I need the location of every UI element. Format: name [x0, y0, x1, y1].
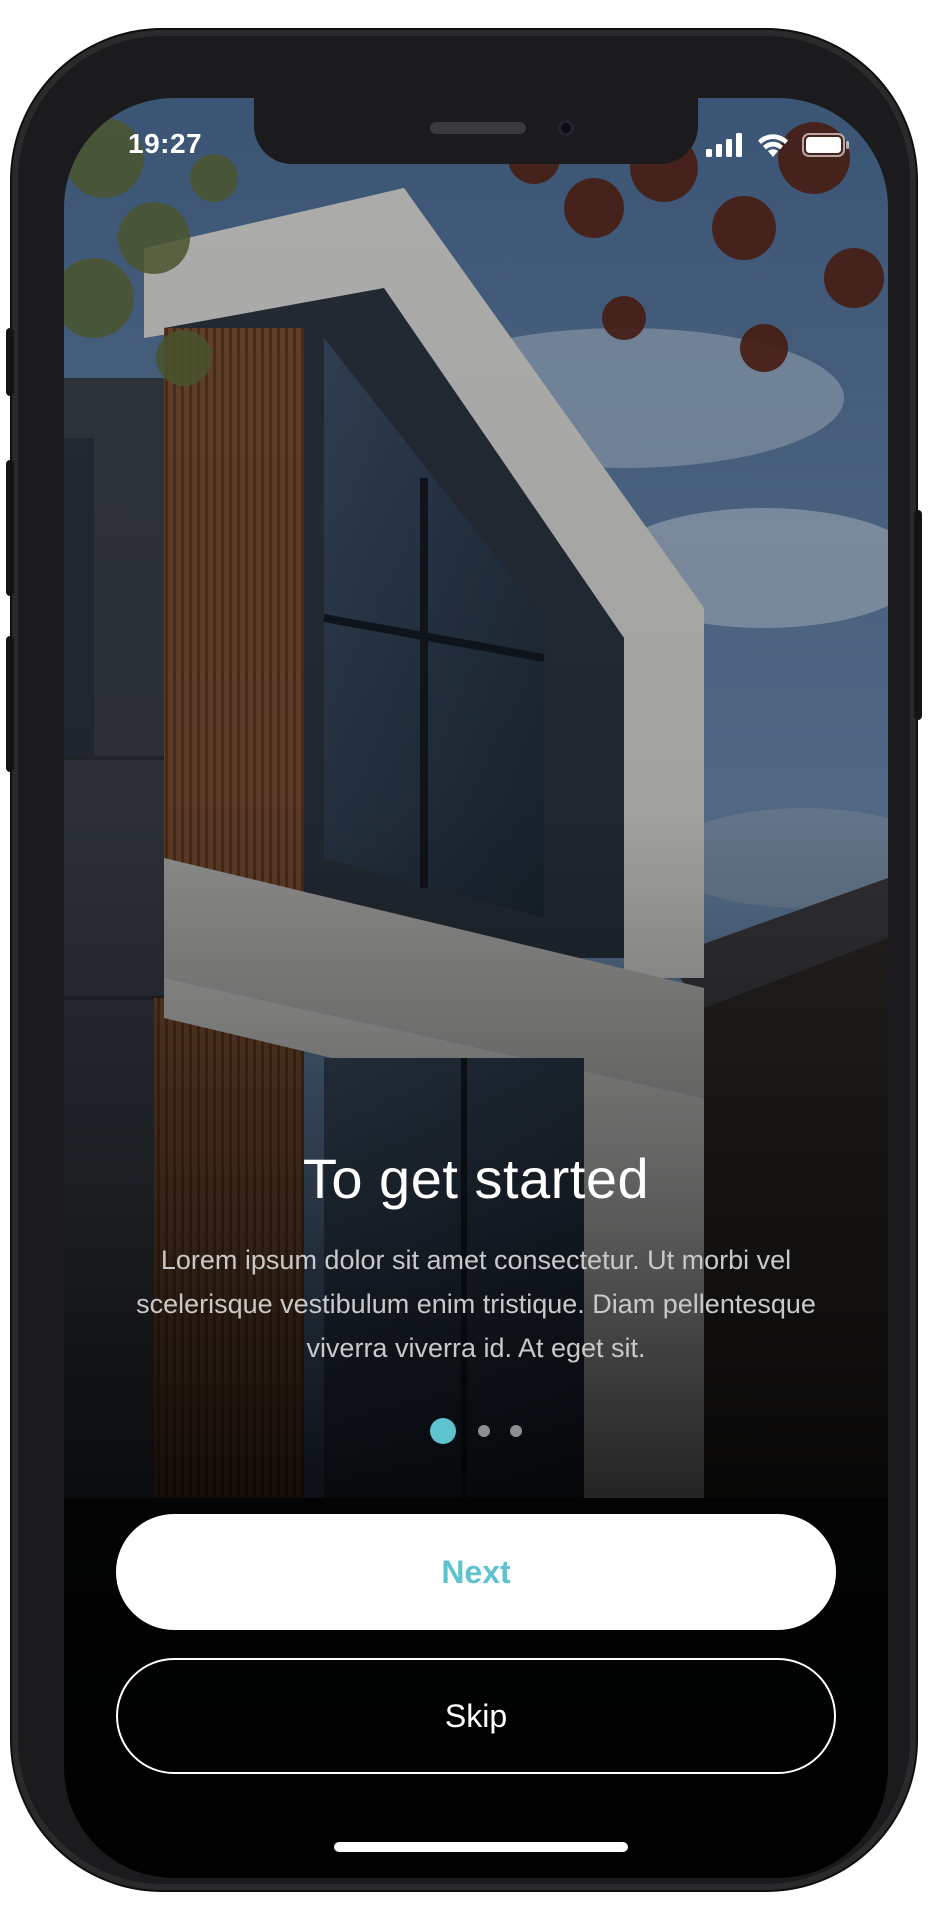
page-indicator	[64, 1418, 888, 1444]
front-camera	[558, 120, 574, 136]
status-time: 19:27	[128, 128, 203, 159]
home-indicator[interactable]	[334, 1842, 628, 1852]
notch	[254, 98, 698, 164]
phone-frame: 19:27 To get started Lorem ipsum dolor s…	[6, 30, 922, 1890]
page-dot[interactable]	[478, 1425, 490, 1437]
status-icons	[704, 132, 850, 158]
screen: 19:27 To get started Lorem ipsum dolor s…	[64, 98, 888, 1878]
signal-icon	[706, 133, 742, 157]
next-button[interactable]: Next	[116, 1514, 836, 1630]
volume-down-button	[6, 636, 14, 772]
page-dot[interactable]	[510, 1425, 522, 1437]
skip-button[interactable]: Skip	[116, 1658, 836, 1774]
onboarding-description: Lorem ipsum dolor sit amet consectetur. …	[136, 1245, 816, 1363]
page-dot-active[interactable]	[430, 1418, 456, 1444]
volume-up-button	[6, 460, 14, 596]
silent-switch	[6, 328, 14, 396]
wifi-icon	[758, 134, 788, 157]
onboarding-screen: 19:27 To get started Lorem ipsum dolor s…	[64, 98, 888, 1878]
battery-icon	[802, 133, 849, 157]
speaker-grille	[430, 122, 526, 134]
power-button	[914, 510, 922, 720]
onboarding-title: To get started	[302, 1147, 650, 1210]
